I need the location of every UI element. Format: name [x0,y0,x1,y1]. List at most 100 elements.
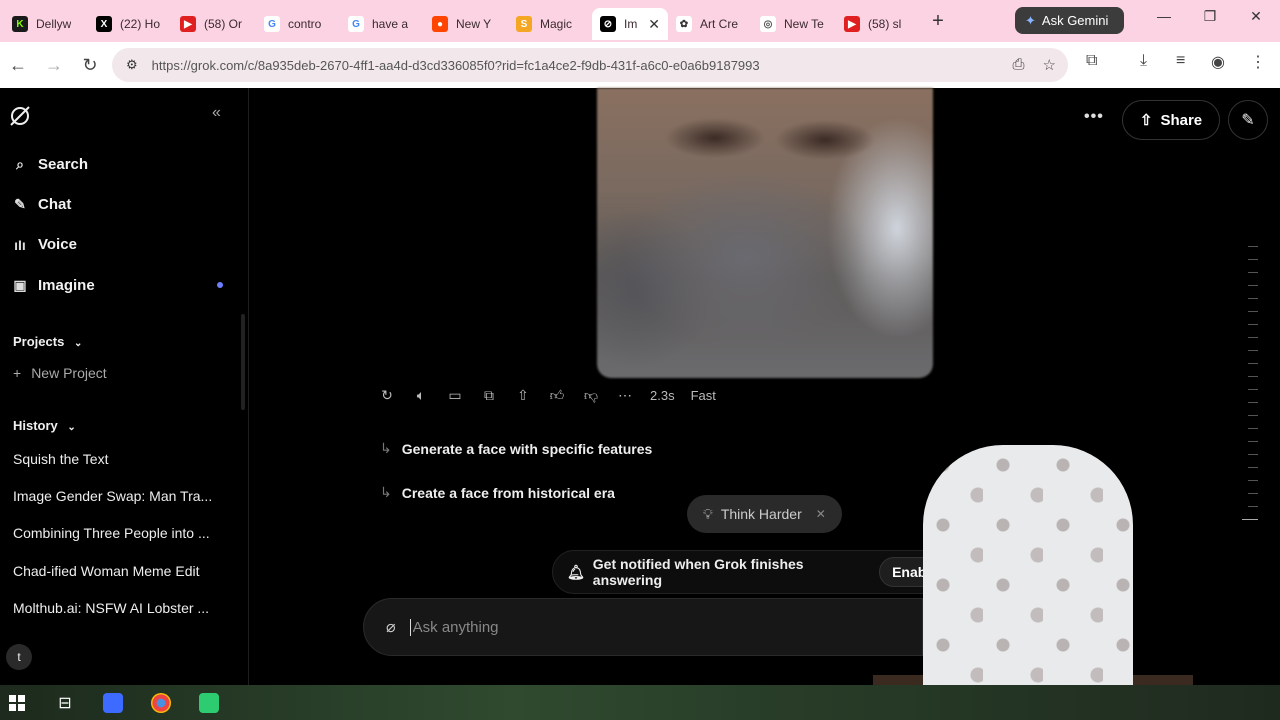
ask-input[interactable] [409,618,810,636]
browser-tab[interactable]: ● New Y [424,8,508,40]
taskbar: ⊟ [0,685,1280,720]
browser-tab[interactable]: X (22) Ho [88,8,172,40]
search-icon: ⌕ [16,156,24,172]
ruler-tick [1248,285,1258,286]
suggestion-item[interactable]: ↳ Create a face from historical era [380,484,615,501]
restore-button[interactable]: ❐ [1190,8,1230,25]
browser-tab[interactable]: Ghave a [340,8,424,40]
conversation-scroll-ruler[interactable] [1242,246,1258,526]
ruler-tick [1248,402,1258,403]
lightbulb-icon: 💡︎ [703,505,713,522]
nav-search[interactable]: ⌕ Search [12,156,88,173]
suggestion-text: Generate a face with specific features [401,440,653,457]
response-time: 2.3s [650,387,675,403]
think-harder-chip[interactable]: 💡︎ Think Harder ✕ [687,495,842,533]
tab-title: (58) Or [204,17,243,31]
share-icon: ⇧ [1139,112,1153,129]
collapse-sidebar-icon[interactable]: « [212,104,221,122]
think-harder-label: Think Harder [720,506,802,522]
read-aloud-icon[interactable]: 🔈︎ [412,386,430,404]
projects-label: Projects [13,334,65,349]
download-icon[interactable]: ⤓ [1140,52,1147,70]
new-tab-button[interactable]: + [924,7,952,35]
site-info-icon[interactable]: ⚙ [126,57,138,73]
history-item[interactable]: Molthub.ai: NSFW AI Lobster ... [13,600,218,616]
extensions-icon[interactable]: ⧉ [1086,52,1097,70]
copy-icon[interactable]: ⧉ [480,386,498,404]
browser-tab[interactable]: K Dellyw [4,8,88,40]
tab-title: Art Cre [700,17,739,31]
share-button[interactable]: ⇧ Share [1122,100,1220,140]
minimize-button[interactable]: — [1144,8,1184,24]
youtube-icon: ▶ [180,16,196,32]
app-icon[interactable] [192,688,226,718]
share-response-icon[interactable]: ⇧ [514,386,532,404]
projects-header[interactable]: Projects ⌄ [13,334,82,349]
new-project-label: New Project [31,365,107,381]
nav-search-label: Search [38,156,89,173]
nav-imagine-label: Imagine [38,277,95,294]
history-item[interactable]: Image Gender Swap: Man Tra... [13,488,218,504]
nav-chat-label: Chat [38,196,72,213]
menu-icon[interactable]: ⋮ [1250,52,1266,72]
bookmark-star-icon[interactable]: ☆ [1043,56,1056,74]
chrome-icon[interactable] [144,688,178,718]
nav-chat[interactable]: ✎ Chat [12,196,71,213]
tab-title: Magic [540,17,573,31]
history-item[interactable]: Squish the Text [13,451,218,467]
install-icon[interactable]: ⎙ [1013,56,1025,74]
history-item[interactable]: Chad-ified Woman Meme Edit [13,563,218,579]
sidebar-scrollbar[interactable] [241,314,245,410]
thumbs-up-icon[interactable]: 👍︎ [548,386,566,404]
browser-tab[interactable]: ✿ Art Cre [668,8,752,40]
more-icon[interactable]: ⋯ [616,386,634,404]
notify-text: Get notified when Grok finishes answerin… [592,556,804,588]
thumbs-down-icon[interactable]: 👎︎ [582,386,600,404]
close-tab-icon[interactable]: ✕ [648,16,660,33]
tab-title: New Y [456,17,492,31]
ruler-tick [1248,376,1258,377]
tab-title: contro [288,17,322,31]
ruler-tick [1248,259,1258,260]
close-icon[interactable]: ✕ [816,507,826,521]
ruler-tick [1242,519,1258,520]
task-view-icon[interactable]: ⊟ [48,688,82,718]
ruler-tick [1248,389,1258,390]
generated-image[interactable] [597,88,933,378]
media-control-icon[interactable]: ≡ [1176,52,1185,70]
close-window-button[interactable]: ✕ [1236,8,1276,25]
avatar[interactable]: t [6,644,32,670]
browser-tab[interactable]: ◎ New Te [752,8,836,40]
nav-imagine[interactable]: ▣ Imagine [12,277,95,294]
browser-tab[interactable]: S Magic [508,8,592,40]
browser-tab[interactable]: Gcontro [256,8,340,40]
webcam-overlay [873,445,1193,720]
ruler-tick [1248,493,1258,494]
ask-gemini-button[interactable]: ✦ Ask Gemini [1015,7,1124,34]
regenerate-icon[interactable]: ↻ [378,386,396,404]
history-item[interactable]: Combining Three People into ... [13,525,218,541]
reload-button[interactable]: ↻ [72,49,108,81]
history-header[interactable]: History ⌄ [13,418,76,433]
suggestion-item[interactable]: ↳ Generate a face with specific features [380,440,652,457]
google-icon: G [264,16,280,32]
browser-tab[interactable]: ▶ (58) sl [836,8,920,40]
address-bar[interactable]: ⚙ https://grok.com/c/8a935deb-2670-4ff1-… [112,48,1068,82]
new-chat-edit-icon[interactable]: ✎ [1228,100,1268,140]
browser-tab[interactable]: ▶ (58) Or [172,8,256,40]
profile-icon[interactable]: ◉ [1211,52,1225,72]
windows-start-icon[interactable] [0,688,34,718]
voice-icon: ıIı [14,236,26,253]
response-actions: ↻ 🔈︎ ▭ ⧉ ⇧ 👍︎ 👎︎ ⋯ 2.3s Fast [378,386,716,404]
forward-button[interactable]: → [36,49,72,81]
app-icon[interactable] [96,688,130,718]
browser-tab[interactable]: ⊘ Im ✕ [592,8,668,40]
reply-arrow-icon: ↳ [380,440,392,456]
comment-icon[interactable]: ▭ [446,386,464,404]
attach-icon[interactable]: ⌀ [386,617,396,637]
more-options-icon[interactable]: ••• [1084,108,1104,126]
nav-voice[interactable]: ıIı Voice [12,236,77,253]
new-project-button[interactable]: + New Project [13,365,107,381]
grok-logo-icon[interactable] [8,104,32,128]
back-button[interactable]: ← [0,49,36,81]
